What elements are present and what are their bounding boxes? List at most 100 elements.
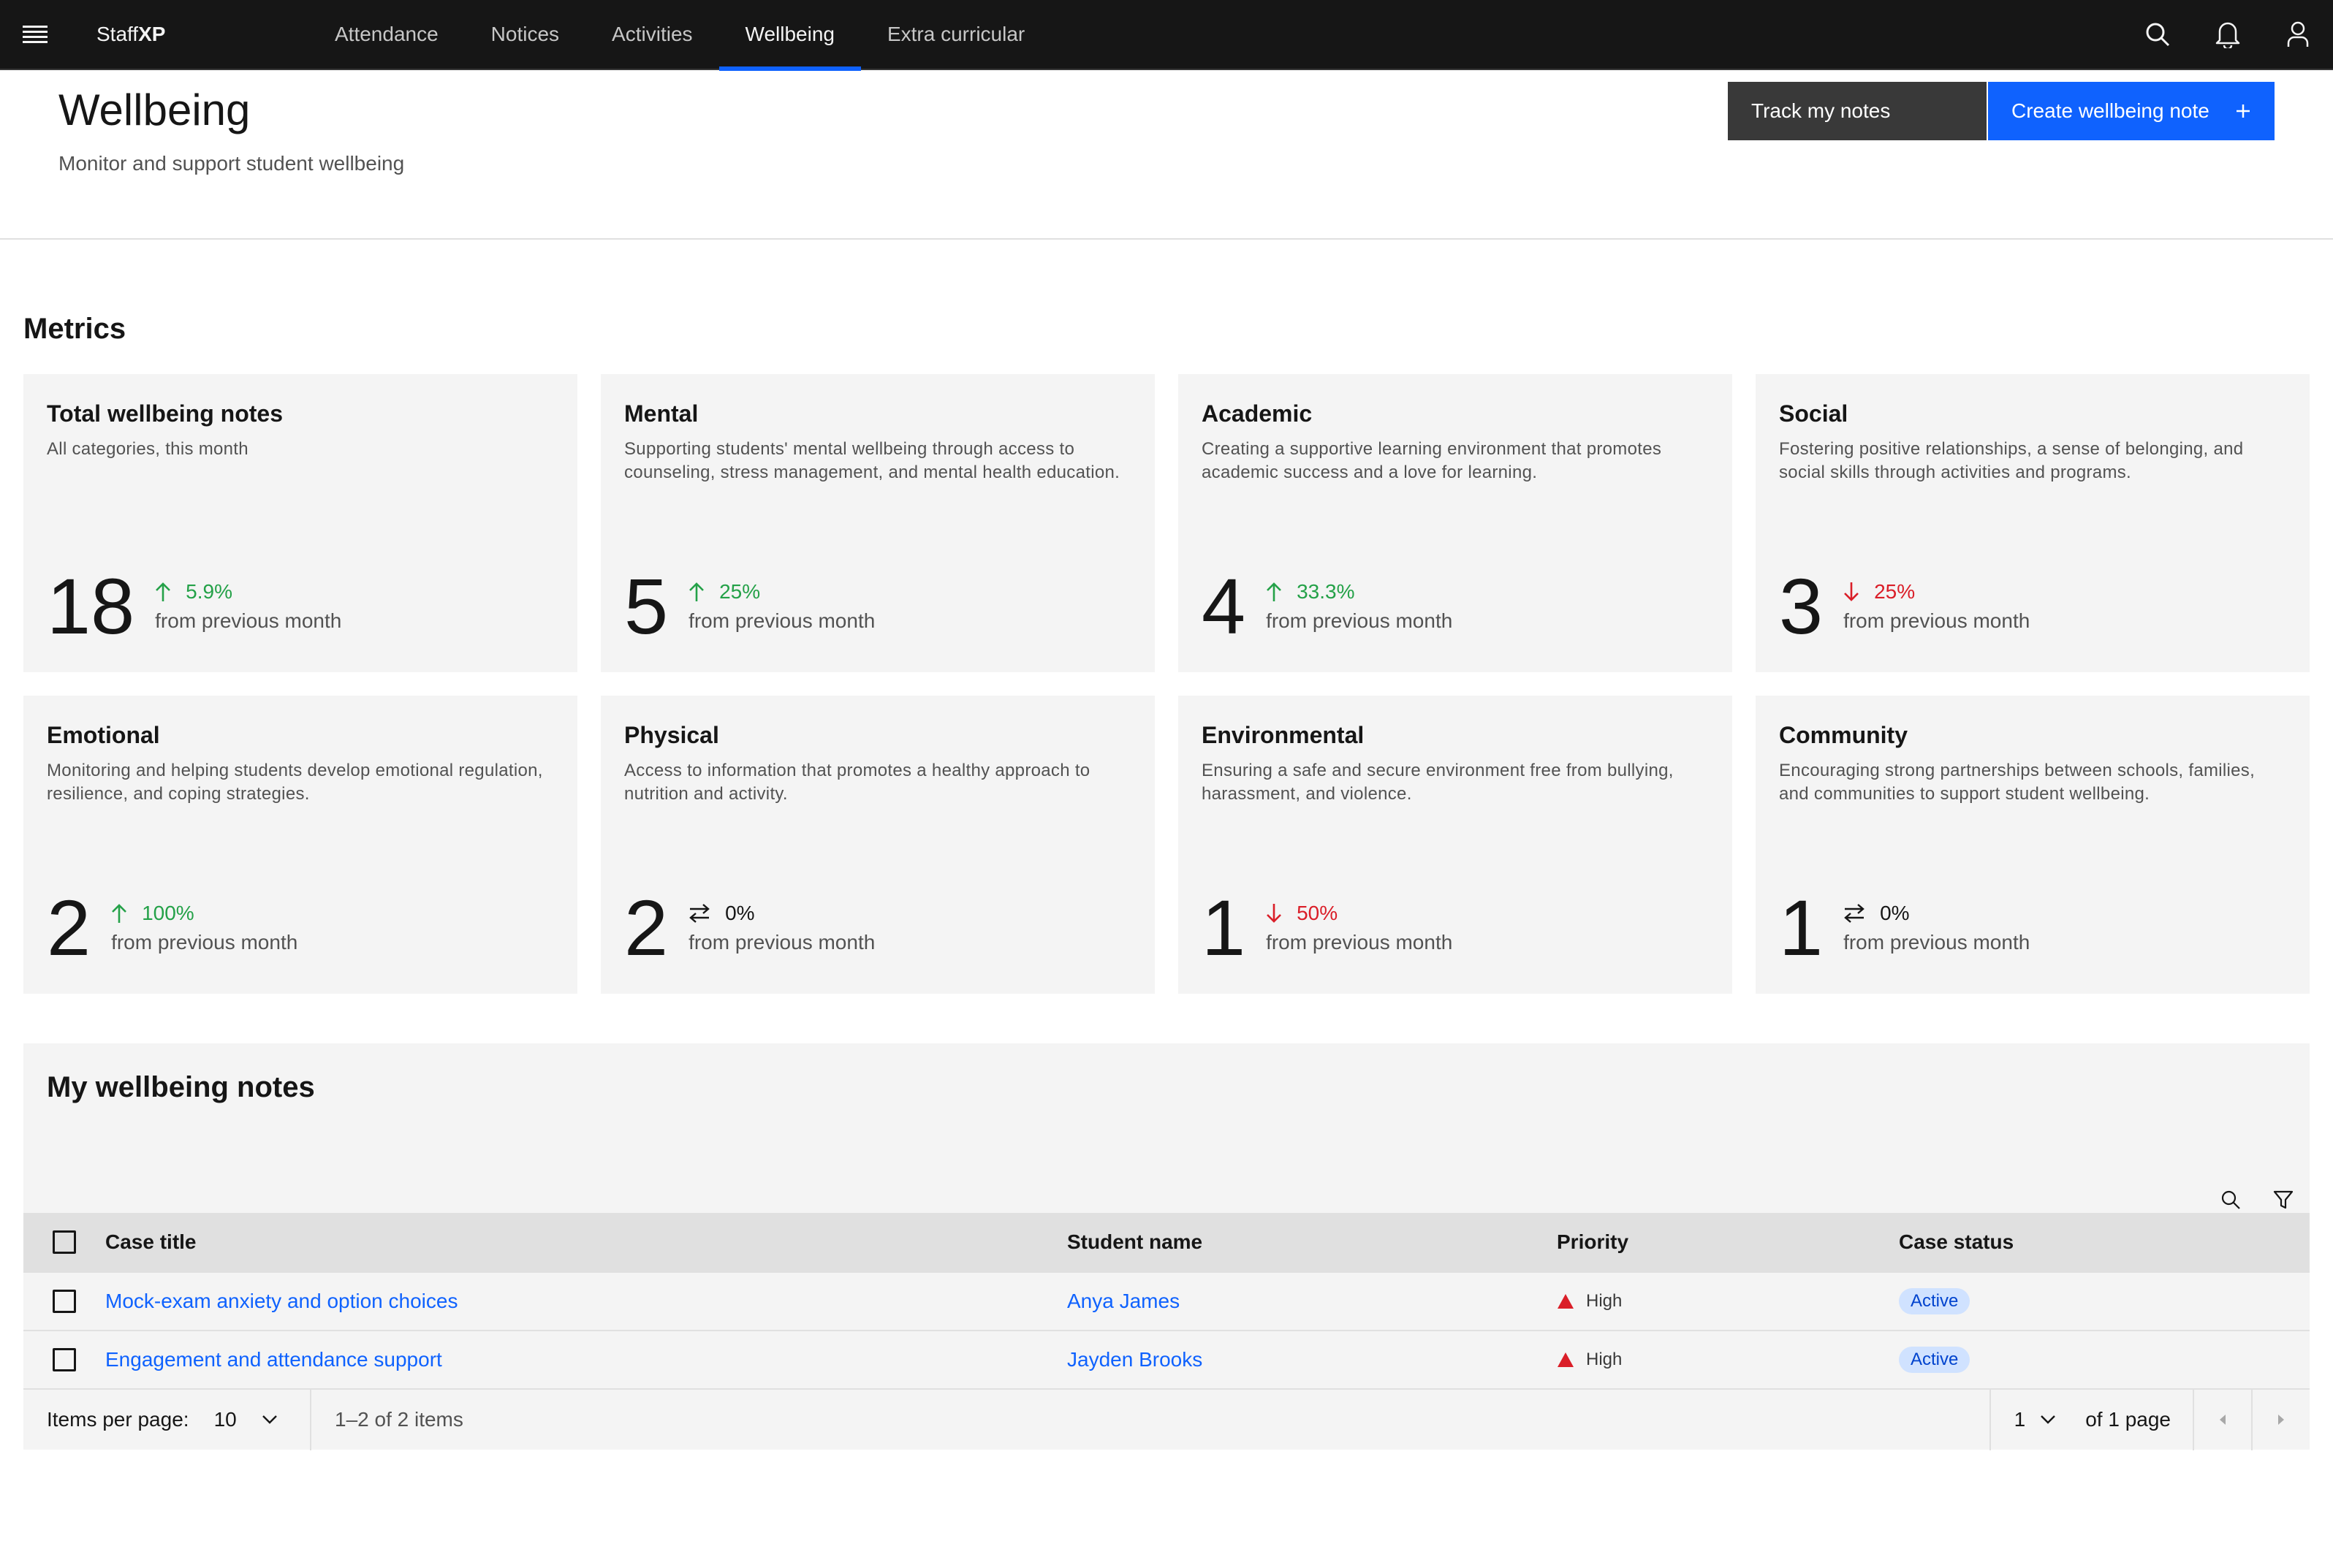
metric-trend-value: 50% (1297, 902, 1338, 924)
arrow-up-icon (688, 582, 712, 602)
metric-card-social: Social Fostering positive relationships,… (1756, 374, 2310, 672)
metric-trend-label: from previous month (155, 609, 342, 632)
metric-card-description: All categories, this month (47, 439, 249, 459)
metric-card-description: Fostering positive relationships, a sens… (1779, 439, 2244, 482)
metric-card-value: 2 (47, 883, 91, 972)
caret-right-icon (2278, 1415, 2284, 1425)
items-per-page-label: Items per page: (47, 1408, 189, 1431)
arrow-up-icon (1266, 582, 1289, 602)
arrow-up-icon (111, 903, 134, 924)
caret-left-icon (2220, 1415, 2226, 1425)
select-all-cell (23, 1230, 105, 1254)
page-number-select[interactable]: 1 (1989, 1389, 2057, 1450)
search-icon (2146, 23, 2170, 47)
metric-card-description: Access to information that promotes a he… (624, 761, 1090, 804)
metric-trend-label: from previous month (111, 931, 298, 954)
metric-card-trend: 100% from previous month (111, 899, 297, 954)
arrow-up-icon (155, 582, 178, 602)
metric-card-title: Social (1779, 400, 1848, 427)
column-header-student-name[interactable]: Student name (1067, 1230, 1557, 1254)
menu-icon (23, 26, 48, 43)
table-row: Engagement and attendance support Jayden… (23, 1330, 2310, 1388)
metric-card-value: 18 (47, 562, 135, 650)
column-header-case-status[interactable]: Case status (1899, 1230, 2310, 1254)
pagination-bar: Items per page: 10 1–2 of 2 items 1 of 1… (23, 1388, 2310, 1450)
case-title-link[interactable]: Mock-exam anxiety and option choices (105, 1290, 458, 1312)
metric-card-value: 2 (624, 883, 669, 972)
brand-prefix: Staff (96, 23, 139, 45)
nav-item-activities[interactable]: Activities (585, 0, 718, 69)
metric-trend-value: 100% (142, 902, 194, 924)
student-name-link[interactable]: Jayden Brooks (1067, 1348, 1202, 1371)
metric-card-academic: Academic Creating a supportive learning … (1178, 374, 1732, 672)
metric-card-trend: 50% from previous month (1266, 899, 1452, 954)
previous-page-button[interactable] (2193, 1389, 2251, 1450)
arrows-horizontal-icon (1843, 904, 1873, 923)
metric-card-description: Ensuring a safe and secure environment f… (1202, 761, 1674, 804)
status-badge: Active (1899, 1288, 1970, 1314)
student-name-link[interactable]: Anya James (1067, 1290, 1180, 1312)
metric-trend-label: from previous month (688, 931, 876, 954)
create-wellbeing-note-button[interactable]: Create wellbeing note (1988, 82, 2275, 140)
row-select-cell (23, 1348, 105, 1371)
metric-card-trend: 25% from previous month (1843, 577, 2030, 633)
metric-trend-value: 0% (1880, 902, 1910, 924)
total-pages-label: of 1 page (2085, 1408, 2171, 1431)
metric-card-physical: Physical Access to information that prom… (601, 696, 1155, 994)
row-checkbox[interactable] (53, 1290, 76, 1313)
priority-label: High (1586, 1291, 1623, 1311)
metric-trend-label: from previous month (1266, 931, 1453, 954)
metric-card-trend: 0% from previous month (688, 899, 875, 954)
items-range: 1–2 of 2 items (335, 1408, 463, 1431)
track-my-notes-button[interactable]: Track my notes (1728, 82, 1987, 140)
priority-high-icon (1558, 1352, 1574, 1367)
metric-trend-value: 0% (725, 902, 755, 924)
metric-card-value: 4 (1202, 562, 1246, 650)
row-checkbox[interactable] (53, 1348, 76, 1371)
items-per-page-select[interactable]: 10 (214, 1408, 278, 1431)
table-header-row: Case title Student name Priority Case st… (23, 1213, 2310, 1271)
metrics-title: Metrics (23, 313, 126, 345)
metric-trend-value: 5.9% (186, 580, 232, 603)
metric-trend-label: from previous month (1266, 609, 1453, 632)
metric-trend-value: 25% (719, 580, 761, 603)
add-icon (2237, 104, 2250, 118)
select-all-checkbox[interactable] (53, 1230, 76, 1254)
header-user-button[interactable] (2263, 0, 2333, 69)
priority-cell: High (1557, 1350, 1899, 1370)
metric-card-title: Total wellbeing notes (47, 400, 283, 427)
metric-card-total: Total wellbeing notes All categories, th… (23, 374, 577, 672)
metric-card-trend: 25% from previous month (688, 577, 875, 633)
metric-card-value: 1 (1202, 883, 1246, 972)
header-search-button[interactable] (2123, 0, 2193, 69)
arrow-down-icon (1266, 903, 1289, 924)
page-header: Wellbeing Monitor and support student we… (0, 70, 2333, 240)
metric-trend-label: from previous month (1843, 931, 2030, 954)
header-notifications-button[interactable] (2193, 0, 2263, 69)
chevron-down-icon (2041, 1415, 2056, 1424)
track-my-notes-label: Track my notes (1751, 99, 1891, 122)
nav-item-attendance[interactable]: Attendance (308, 0, 465, 69)
page-controls: 1 of 1 page (1989, 1389, 2310, 1450)
hamburger-menu-button[interactable] (0, 0, 70, 69)
metric-card-description: Encouraging strong partnerships between … (1779, 761, 2256, 804)
brand-logo[interactable]: StaffXP (96, 23, 228, 46)
metric-card-mental: Mental Supporting students' mental wellb… (601, 374, 1155, 672)
next-page-button[interactable] (2251, 1389, 2310, 1450)
arrows-horizontal-icon (688, 904, 718, 923)
metric-trend-label: from previous month (688, 609, 876, 632)
nav-item-wellbeing[interactable]: Wellbeing (718, 0, 862, 71)
brand-suffix: XP (138, 23, 166, 45)
metric-card-title: Community (1779, 722, 1908, 748)
nav-item-extra-curricular[interactable]: Extra curricular (861, 0, 1051, 69)
column-header-case-title[interactable]: Case title (105, 1230, 1067, 1254)
items-per-page-value: 10 (213, 1408, 237, 1431)
metric-trend-value: 25% (1874, 580, 1916, 603)
create-wellbeing-note-label: Create wellbeing note (2011, 99, 2209, 122)
user-icon (2287, 21, 2309, 47)
column-header-priority[interactable]: Priority (1557, 1230, 1899, 1254)
case-title-link[interactable]: Engagement and attendance support (105, 1348, 442, 1371)
nav-item-notices[interactable]: Notices (465, 0, 585, 69)
metric-card-description: Creating a supportive learning environme… (1202, 439, 1662, 482)
metric-card-title: Physical (624, 722, 719, 748)
